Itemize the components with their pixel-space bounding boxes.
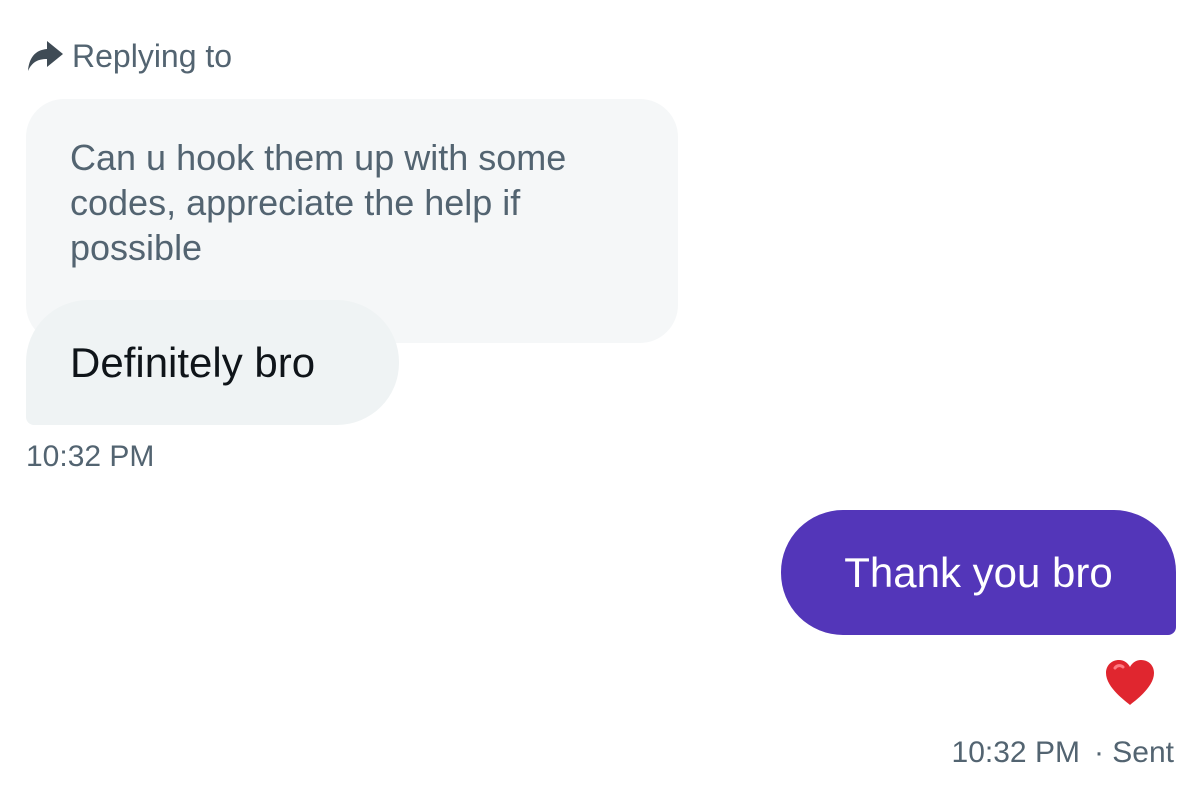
red-heart-icon[interactable] — [1102, 655, 1158, 711]
reply-arrow-icon — [26, 39, 64, 73]
outgoing-message-bubble[interactable]: Thank you bro — [781, 510, 1176, 635]
quoted-message-text: Can u hook them up with some codes, appr… — [70, 137, 567, 268]
incoming-message-timestamp: 10:32 PM — [26, 440, 155, 473]
outgoing-message-timestamp: 10:32 PM — [951, 736, 1080, 769]
replying-to-header[interactable]: Replying to — [26, 36, 232, 76]
incoming-message-text: Definitely bro — [70, 338, 316, 386]
incoming-message-bubble[interactable]: Definitely bro — [26, 300, 399, 425]
sent-status-label: · Sent — [1093, 736, 1174, 769]
outgoing-message-text: Thank you bro — [844, 548, 1113, 596]
outgoing-message-status: 10:32 PM · Sent — [952, 736, 1174, 770]
replying-to-label: Replying to — [72, 37, 233, 74]
